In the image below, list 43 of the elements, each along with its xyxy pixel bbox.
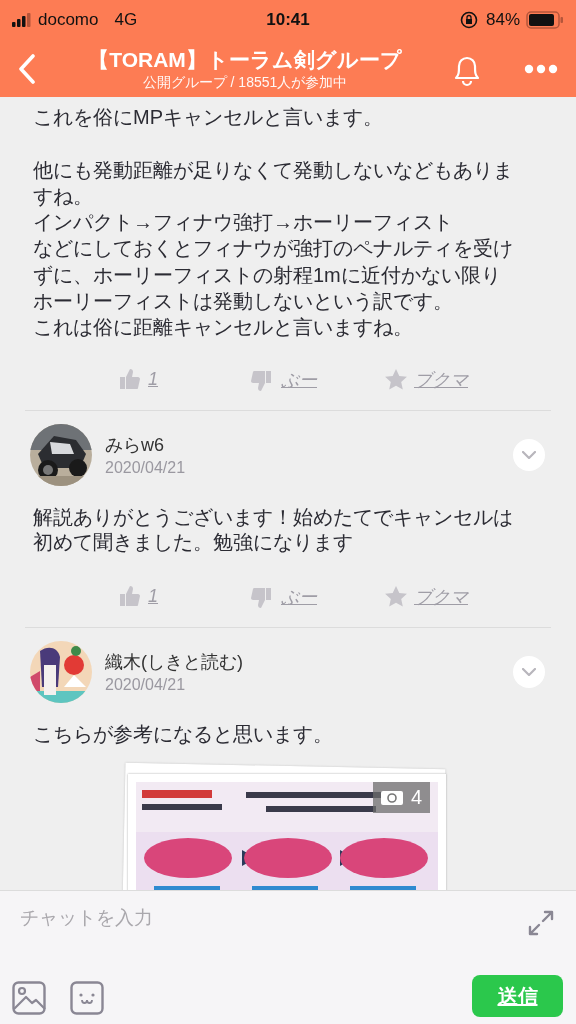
author-name: みらw6 (105, 433, 165, 457)
like-icon[interactable] (118, 367, 142, 392)
chat-input-field[interactable]: チャットを入力 (18, 903, 492, 933)
send-button[interactable]: 送信 (472, 975, 563, 1017)
chevron-button[interactable] (513, 438, 545, 471)
photo-count: 4 (410, 785, 422, 809)
rotation-lock-icon (459, 11, 478, 29)
chevron-icon (522, 450, 536, 459)
network-type: 4G (114, 10, 138, 30)
image-icon[interactable] (12, 981, 46, 1015)
chevron-icon (522, 667, 536, 676)
like-count[interactable]: 1 (148, 586, 158, 608)
battery-percent: 84% (485, 10, 520, 30)
bookmark-link[interactable]: ブクマ (414, 367, 468, 392)
clock-time: 10:41 (266, 10, 310, 29)
battery-icon (526, 11, 564, 29)
bookmark-link[interactable]: ブクマ (414, 584, 468, 609)
dislike-link[interactable]: ぶー (281, 584, 317, 609)
post-text-line: などにしておくとフィナウが強打のペナルティを受けずに、ホーリーフィストの射程1mに近付かない限りホーリーフィストは発動しないという訳です。 (33, 236, 514, 315)
signal-icon (12, 13, 34, 27)
expand-icon[interactable] (528, 910, 554, 936)
group-subtitle: 公開グループ / 18551人が参加中 (142, 72, 348, 91)
back-icon (18, 53, 36, 84)
group-title: 【TORAM】トーラム剣グループ (88, 46, 402, 73)
post-text-line: これを俗にMPキャンセルと言います。 (33, 105, 384, 130)
dislike-link[interactable]: ぶー (281, 367, 317, 392)
author-name: 織木(しきと読む) (105, 650, 244, 674)
chevron-button[interactable] (513, 655, 545, 688)
comment-date: 2020/04/21 (105, 675, 187, 694)
post-text-line: 他にも発動距離が足りなくて発動しないなどもありますね。 (33, 157, 514, 209)
star-icon[interactable] (384, 584, 408, 609)
emoji-icon[interactable] (70, 981, 104, 1015)
like-count[interactable]: 1 (148, 369, 158, 391)
comment-text: 解説ありがとうございます！始めたてでキャンセルは初めて聞きました。勉強になります (33, 504, 514, 555)
star-icon[interactable] (384, 367, 408, 392)
carrier-name: docomo (38, 10, 99, 30)
like-icon[interactable] (118, 584, 142, 609)
more-icon[interactable] (524, 63, 558, 74)
post-text-line: インパクト→フィナウ強打→ホーリーフィスト (33, 210, 454, 236)
comment-text: こちらが参考になると思います。 (33, 721, 334, 747)
comment-date: 2020/04/21 (105, 458, 187, 477)
post-text-line: これは俗に距離キャンセルと言いますね。 (33, 315, 414, 341)
camera-icon (380, 789, 403, 806)
